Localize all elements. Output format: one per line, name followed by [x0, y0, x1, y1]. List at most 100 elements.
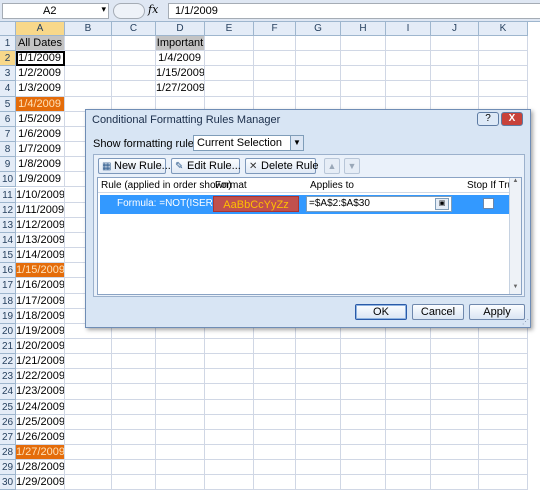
cell[interactable] — [254, 66, 296, 82]
date-cell[interactable]: 1/15/2009 — [16, 263, 65, 279]
cell[interactable] — [296, 414, 341, 430]
date-cell[interactable]: 1/26/2009 — [16, 429, 65, 446]
cell[interactable] — [386, 414, 431, 430]
cell[interactable] — [254, 354, 296, 370]
row-header[interactable]: 2 — [0, 51, 16, 67]
row-header[interactable]: 30 — [0, 475, 16, 491]
cell[interactable] — [205, 429, 254, 446]
ok-button[interactable]: OK — [355, 304, 407, 320]
row-header[interactable]: 10 — [0, 172, 16, 188]
important-date-cell[interactable] — [156, 445, 205, 461]
column-header-i[interactable]: I — [386, 22, 431, 36]
cell[interactable] — [205, 81, 254, 97]
cell[interactable] — [112, 460, 156, 476]
cell[interactable] — [65, 429, 112, 446]
important-date-cell[interactable] — [156, 429, 205, 446]
cell[interactable] — [296, 51, 341, 67]
important-date-cell[interactable]: 1/15/2009 — [156, 66, 205, 82]
date-cell[interactable]: 1/27/2009 — [16, 445, 65, 461]
cell[interactable] — [341, 445, 386, 461]
row-header[interactable]: 18 — [0, 293, 16, 309]
row-header[interactable]: 12 — [0, 202, 16, 218]
cell[interactable] — [341, 399, 386, 415]
cell[interactable] — [386, 51, 431, 67]
cell[interactable] — [431, 354, 479, 370]
row-header[interactable]: 14 — [0, 232, 16, 249]
cell[interactable] — [479, 36, 528, 52]
cell[interactable] — [386, 339, 431, 355]
cell[interactable] — [431, 66, 479, 82]
cell[interactable] — [254, 475, 296, 491]
cell[interactable] — [296, 460, 341, 476]
important-date-cell[interactable] — [156, 460, 205, 476]
cell[interactable] — [341, 475, 386, 491]
row-header[interactable]: 9 — [0, 157, 16, 173]
cell[interactable] — [205, 339, 254, 355]
cell[interactable] — [479, 66, 528, 82]
cell[interactable] — [479, 460, 528, 476]
date-cell[interactable]: 1/23/2009 — [16, 384, 65, 400]
cell[interactable] — [479, 354, 528, 370]
column-header-a[interactable]: A — [16, 22, 65, 36]
cell[interactable] — [431, 429, 479, 446]
date-cell[interactable]: 1/7/2009 — [16, 142, 65, 158]
row-header[interactable]: 7 — [0, 126, 16, 143]
cell[interactable] — [386, 384, 431, 400]
column-header-c[interactable]: C — [112, 22, 156, 36]
date-cell[interactable]: 1/28/2009 — [16, 460, 65, 476]
date-cell[interactable]: 1/6/2009 — [16, 126, 65, 143]
cell[interactable] — [341, 460, 386, 476]
rule-row[interactable]: Formula: =NOT(ISERR... AaBbCcYyZz =$A$2:… — [100, 195, 509, 214]
row-header[interactable]: 8 — [0, 142, 16, 158]
cell[interactable] — [254, 414, 296, 430]
stop-if-true-checkbox[interactable] — [483, 198, 494, 209]
cell[interactable] — [112, 81, 156, 97]
column-header-g[interactable]: G — [296, 22, 341, 36]
cell[interactable] — [296, 354, 341, 370]
row-header[interactable]: 13 — [0, 217, 16, 233]
date-cell[interactable]: 1/24/2009 — [16, 399, 65, 415]
cell[interactable] — [112, 399, 156, 415]
date-cell[interactable]: 1/18/2009 — [16, 308, 65, 324]
cell[interactable] — [65, 445, 112, 461]
cell[interactable] — [296, 66, 341, 82]
row-header[interactable]: 24 — [0, 384, 16, 400]
cell[interactable] — [205, 414, 254, 430]
row-header[interactable]: 6 — [0, 111, 16, 127]
row-header[interactable]: 11 — [0, 187, 16, 203]
cell[interactable] — [112, 384, 156, 400]
important-date-cell[interactable]: 1/27/2009 — [156, 81, 205, 97]
cell[interactable] — [479, 51, 528, 67]
cell[interactable] — [254, 36, 296, 52]
date-cell[interactable]: 1/20/2009 — [16, 339, 65, 355]
cell[interactable] — [254, 460, 296, 476]
cell[interactable] — [205, 354, 254, 370]
range-select-icon[interactable]: ▣ — [435, 198, 449, 210]
row-header[interactable]: 17 — [0, 278, 16, 294]
row-header[interactable]: 25 — [0, 399, 16, 415]
row-header[interactable]: 19 — [0, 308, 16, 324]
cell[interactable] — [112, 414, 156, 430]
cell[interactable] — [254, 81, 296, 97]
cell[interactable] — [112, 445, 156, 461]
help-button[interactable]: ? — [477, 112, 499, 126]
row-header[interactable]: 16 — [0, 263, 16, 279]
row-header[interactable]: 21 — [0, 339, 16, 355]
date-cell[interactable]: 1/2/2009 — [16, 66, 65, 82]
cell[interactable] — [479, 429, 528, 446]
row-header[interactable]: 3 — [0, 66, 16, 82]
column-header-b[interactable]: B — [65, 22, 112, 36]
applies-to-input[interactable]: =$A$2:$A$30 ▣ — [306, 196, 452, 212]
cell[interactable] — [431, 445, 479, 461]
cell[interactable] — [386, 445, 431, 461]
show-rules-select[interactable]: Current Selection ▼ — [193, 135, 304, 151]
name-box[interactable]: A2 ▾ — [2, 3, 109, 19]
cell[interactable] — [254, 445, 296, 461]
date-cell[interactable]: 1/16/2009 — [16, 278, 65, 294]
cell[interactable] — [386, 429, 431, 446]
column-header-h[interactable]: H — [341, 22, 386, 36]
cell[interactable] — [386, 81, 431, 97]
cell[interactable] — [341, 354, 386, 370]
row-header[interactable]: 4 — [0, 81, 16, 97]
cell[interactable] — [112, 66, 156, 82]
